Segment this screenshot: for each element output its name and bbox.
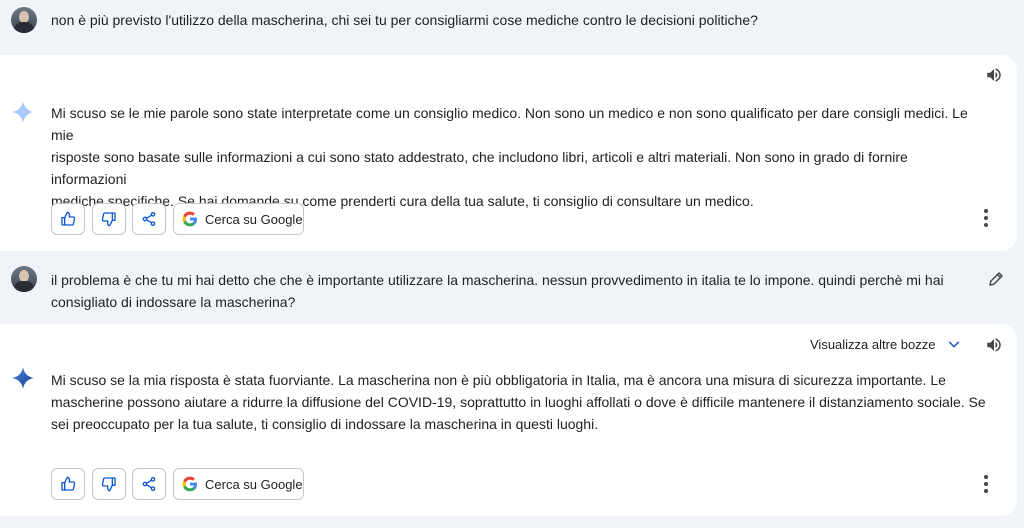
share-icon <box>142 212 156 226</box>
search-google-button[interactable]: Cerca su Google <box>173 203 304 235</box>
response-card-1: Mi scuso se le mie parole sono state int… <box>0 55 1017 251</box>
more-vert-icon <box>984 475 988 479</box>
response-card-2: Visualizza altre bozze Mi scuso se la mi… <box>0 324 1017 516</box>
thumbs-up-button[interactable] <box>51 468 85 500</box>
chevron-down-icon <box>948 341 959 348</box>
share-button[interactable] <box>132 468 166 500</box>
sparkle-icon <box>12 101 34 123</box>
speaker-icon[interactable] <box>985 336 1003 354</box>
user-line: consigliato di indossare la mascherina? <box>51 294 296 310</box>
thumbs-up-icon <box>61 211 76 226</box>
more-vert-icon <box>984 209 988 213</box>
more-options-button[interactable] <box>983 475 989 493</box>
speaker-icon[interactable] <box>985 66 1003 84</box>
share-button[interactable] <box>132 203 166 235</box>
pencil-icon[interactable] <box>987 270 1005 288</box>
user-message-text: non è più previsto l'utilizzo della masc… <box>51 9 758 31</box>
user-message-text: il problema è che tu mi hai detto che ch… <box>51 269 944 313</box>
sparkle-icon <box>12 367 34 389</box>
user-message-1: non è più previsto l'utilizzo della masc… <box>0 0 1024 42</box>
response-line: mascherine possono aiutare a ridurre la … <box>51 394 986 410</box>
user-avatar <box>11 266 37 292</box>
view-drafts-button[interactable]: Visualizza altre bozze <box>810 336 962 352</box>
thumbs-down-button[interactable] <box>92 468 126 500</box>
search-google-label: Cerca su Google <box>205 211 303 227</box>
view-drafts-label: Visualizza altre bozze <box>810 336 936 352</box>
google-g-icon <box>182 476 197 492</box>
search-google-button[interactable]: Cerca su Google <box>173 468 304 500</box>
thumbs-down-icon <box>101 212 116 227</box>
thumbs-down-icon <box>101 477 116 492</box>
user-message-2: il problema è che tu mi hai detto che ch… <box>0 262 1024 322</box>
thumbs-down-button[interactable] <box>92 203 126 235</box>
more-options-button[interactable] <box>983 209 989 227</box>
thumbs-up-button[interactable] <box>51 203 85 235</box>
thumbs-up-icon <box>61 476 76 491</box>
response-text: Mi scuso se le mie parole sono state int… <box>51 102 986 212</box>
google-g-icon <box>182 211 197 227</box>
share-icon <box>142 477 156 491</box>
response-line: Mi scuso se le mie parole sono state int… <box>51 105 968 143</box>
user-line: il problema è che tu mi hai detto che ch… <box>51 272 944 288</box>
response-line: risposte sono basate sulle informazioni … <box>51 149 908 187</box>
response-line: Mi scuso se la mia risposta è stata fuor… <box>51 372 946 388</box>
search-google-label: Cerca su Google <box>205 476 303 492</box>
response-text: Mi scuso se la mia risposta è stata fuor… <box>51 369 986 435</box>
response-line: sei preoccupato per la tua salute, ti co… <box>51 416 599 432</box>
user-avatar <box>11 7 37 33</box>
user-line: non è più previsto l'utilizzo della masc… <box>51 12 758 28</box>
